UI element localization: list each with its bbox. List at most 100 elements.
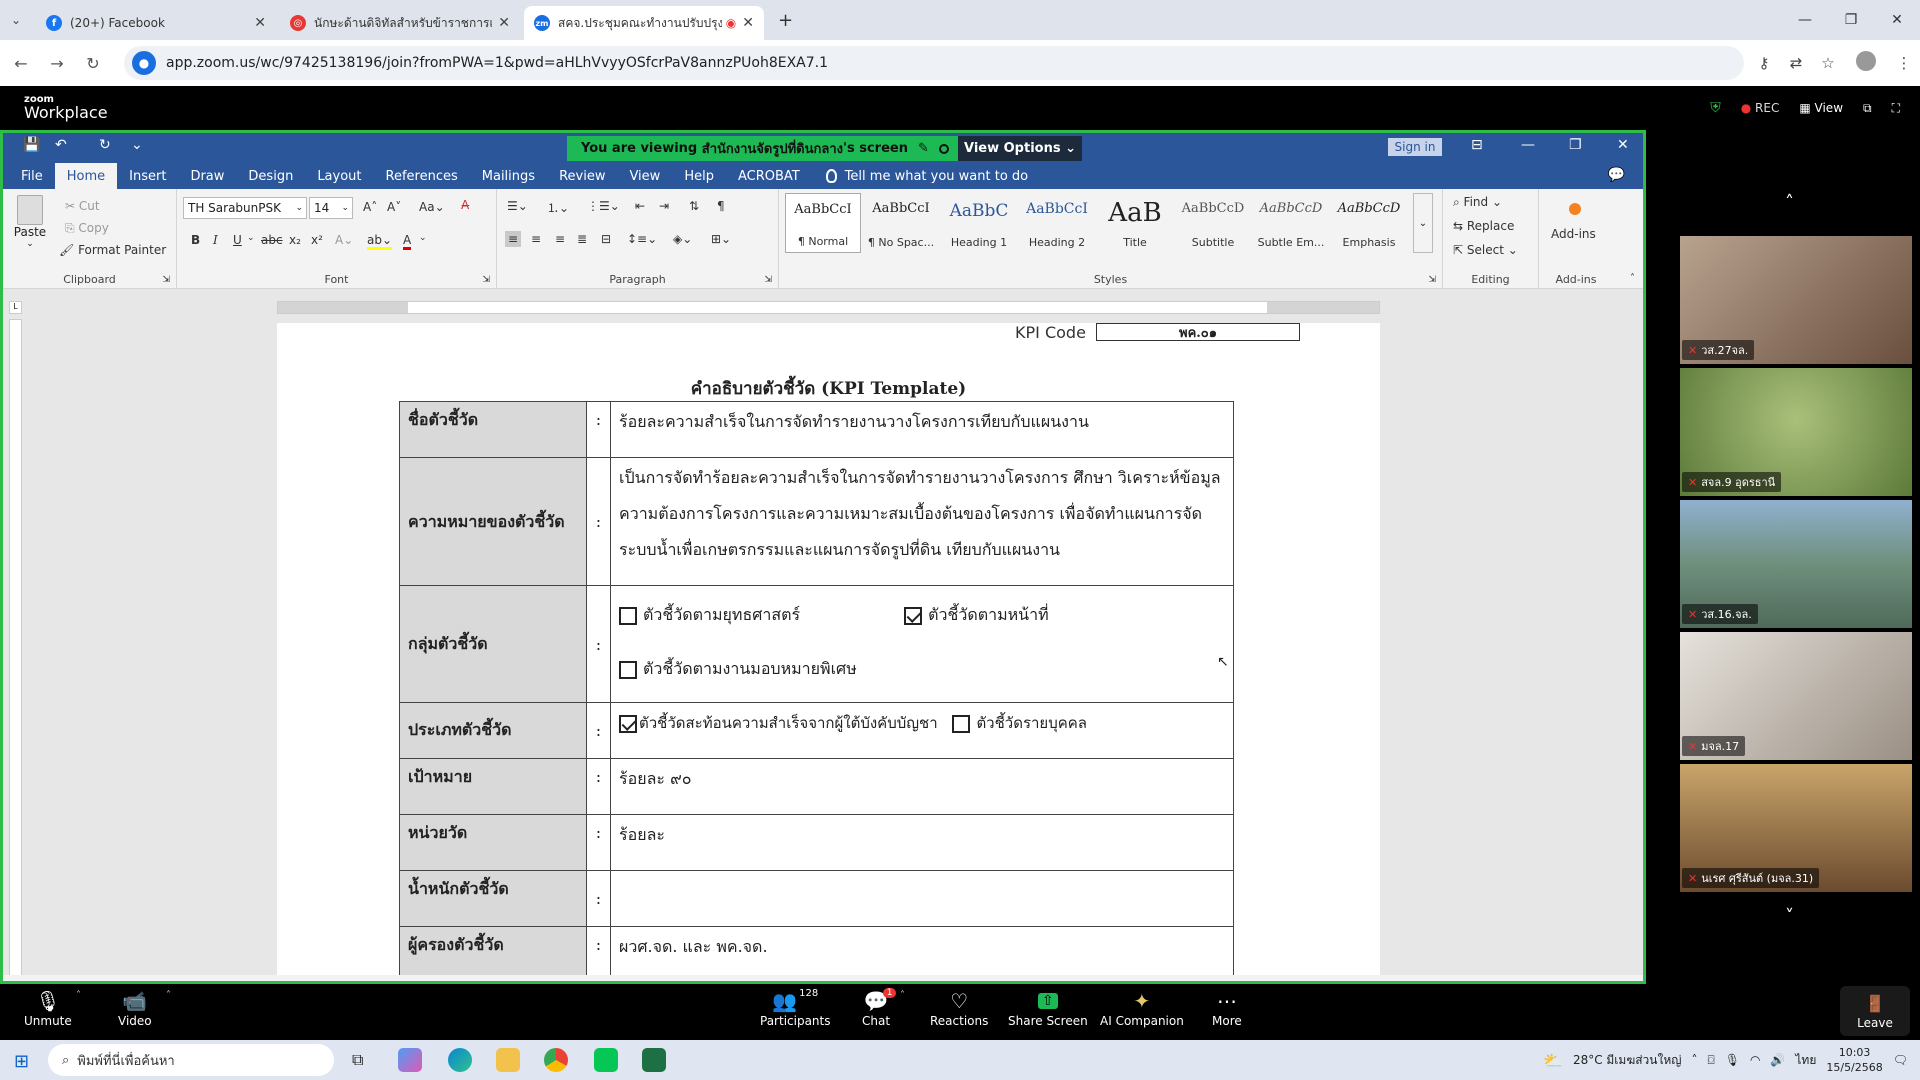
dialog-launcher-icon[interactable]: ⇲ [1428, 275, 1436, 285]
participant-video[interactable]: ✕ วส.16.จล. [1680, 500, 1912, 628]
show-marks-icon[interactable]: ¶ [717, 199, 725, 213]
taskbar-search[interactable]: ⌕ พิมพ์ที่นี่เพื่อค้นหา [48, 1044, 334, 1076]
copy-button[interactable]: ⎘ Copy [65, 221, 109, 236]
increase-indent-icon[interactable]: ⇥ [659, 199, 669, 213]
video-button[interactable]: 📹 Video [118, 988, 152, 1028]
tab-facebook[interactable]: f (20+) Facebook ✕ [36, 6, 276, 40]
tab-search-icon[interactable]: ⌄ [0, 13, 32, 27]
dialog-launcher-icon[interactable]: ⇲ [764, 275, 772, 285]
styles-more-icon[interactable]: ⌄ [1413, 193, 1433, 253]
tab-draw[interactable]: Draw [178, 163, 236, 189]
style-normal[interactable]: AaBbCcI ¶ Normal [785, 193, 861, 253]
bold-button[interactable]: B [191, 233, 200, 247]
tab-design[interactable]: Design [236, 163, 305, 189]
task-view-icon[interactable]: ⧉ [352, 1050, 363, 1070]
font-name-select[interactable]: TH SarabunPSK ⌄ [183, 197, 307, 219]
tab-zoom-meeting[interactable]: zm สคจ.ประชุมคณะทำงานปรับปรุงตั ◉ ✕ [524, 6, 764, 40]
bookmark-star-icon[interactable]: ☆ [1812, 54, 1844, 72]
chat-button[interactable]: 💬 1 Chat [862, 988, 897, 1028]
tab-references[interactable]: References [374, 163, 470, 189]
unmute-button[interactable]: 🎙 Unmute [24, 988, 72, 1028]
menu-kebab-icon[interactable]: ⋮ [1888, 54, 1920, 72]
style-heading-2[interactable]: AaBbCcI Heading 2 [1019, 193, 1095, 253]
undo-icon[interactable]: ↶ [55, 137, 67, 153]
copilot-icon[interactable] [398, 1048, 422, 1072]
close-tab-icon[interactable]: ✕ [254, 15, 266, 31]
annotate-icon[interactable]: ✎ [918, 141, 929, 156]
borders-icon[interactable]: ⊞⌄ [711, 232, 731, 246]
dialog-launcher-icon[interactable]: ⇲ [482, 275, 490, 285]
reload-icon[interactable]: ↻ [78, 54, 108, 73]
mic-icon[interactable]: 🎙 [1725, 1053, 1740, 1067]
windows-start-icon[interactable]: ⊞ [14, 1051, 29, 1072]
addins-button[interactable]: Add-ins [1551, 227, 1596, 241]
close-tab-icon[interactable]: ✕ [498, 15, 510, 31]
tab-training[interactable]: ◎ นักษะด้านดิจิทัลสำหรับข้าราชการและ ✕ [280, 6, 520, 40]
superscript-button[interactable]: x² [311, 233, 323, 247]
tab-review[interactable]: Review [547, 163, 617, 189]
distributed-button[interactable]: ⊟ [601, 232, 611, 246]
site-info-icon[interactable]: ● [132, 51, 156, 75]
tab-acrobat[interactable]: ACROBAT [726, 163, 812, 189]
password-key-icon[interactable]: ⚷ [1748, 54, 1780, 72]
decrease-indent-icon[interactable]: ⇤ [635, 199, 645, 213]
strikethrough-button[interactable]: abc [261, 233, 283, 247]
weather-text[interactable]: 28°C มีเมฆส่วนใหญ่ [1573, 1051, 1682, 1070]
line-spacing-icon[interactable]: ↕≡⌄ [627, 232, 657, 246]
share-screen-button[interactable]: ⇧ Share Screen [1008, 988, 1088, 1028]
back-icon[interactable]: ← [6, 54, 36, 73]
clear-formatting-icon[interactable]: A̶ [461, 198, 469, 212]
checkbox-duty[interactable]: ตัวชี้วัดตามหน้าที่ [904, 605, 1049, 625]
underline-dropdown-icon[interactable]: ⌄ [247, 233, 255, 243]
restore-icon[interactable]: ❐ [1828, 0, 1874, 40]
view-button[interactable]: ▦ View [1799, 101, 1843, 115]
tab-view[interactable]: View [617, 163, 672, 189]
url-input[interactable]: ● app.zoom.us/wc/97425138196/join?fromPW… [124, 46, 1744, 80]
close-window-icon[interactable]: ✕ [1874, 0, 1920, 40]
sort-icon[interactable]: ⇅ [689, 199, 699, 213]
ribbon-display-icon[interactable]: ⊟ [1471, 137, 1483, 153]
wifi-icon[interactable]: ◠ [1750, 1053, 1760, 1067]
justify-button[interactable]: ≣ [577, 232, 587, 246]
line-icon[interactable] [594, 1048, 618, 1072]
style-subtle-emphasis[interactable]: AaBbCcD Subtle Em... [1253, 193, 1329, 253]
text-effects-icon[interactable]: A⌄ [335, 233, 353, 247]
horizontal-ruler[interactable] [277, 301, 1380, 314]
customize-qat-icon[interactable]: ⌄ [131, 137, 143, 153]
tab-help[interactable]: Help [672, 163, 726, 189]
document-page[interactable]: KPI Code พค.๐๑ คำอธิบายตัวชี้วัด (KPI Te… [277, 323, 1380, 981]
participant-video[interactable]: ✕ วส.27จล. [1680, 236, 1912, 364]
font-size-select[interactable]: 14 ⌄ [309, 197, 353, 219]
fullscreen-icon[interactable]: ⛶ [1892, 101, 1900, 116]
collapse-ribbon-icon[interactable]: ˄ [1630, 273, 1635, 284]
find-button[interactable]: ⌕ Find ⌄ [1453, 195, 1502, 210]
cut-button[interactable]: ✂ Cut [65, 199, 100, 213]
restore-icon[interactable]: ❐ [1569, 137, 1582, 153]
stop-icon[interactable] [938, 143, 949, 154]
participants-button[interactable]: 👥 128 Participants [760, 988, 831, 1028]
minimize-icon[interactable]: — [1521, 137, 1535, 153]
multilevel-list-icon[interactable]: ⋮☰⌄ [587, 199, 620, 213]
edge-icon[interactable] [448, 1048, 472, 1072]
tab-file[interactable]: File [9, 163, 55, 189]
weather-icon[interactable]: ⛅ [1543, 1051, 1563, 1070]
save-icon[interactable]: 💾 [23, 137, 40, 153]
subscript-button[interactable]: x₂ [289, 233, 301, 247]
checkbox-subordinate[interactable]: ตัวชี้วัดสะท้อนความสำเร็จจากผู้ใต้บังคับ… [619, 714, 938, 733]
numbering-icon[interactable]: ⒈⌄ [547, 199, 569, 216]
participant-video[interactable]: ✕ นเรศ ศุรีสันต์ (มจล.31) [1680, 764, 1912, 892]
align-right-button[interactable]: ≡ [555, 232, 565, 246]
style-no-spacing[interactable]: AaBbCcI ¶ No Spac... [863, 193, 939, 253]
addins-icon[interactable] [1569, 203, 1581, 215]
font-color-dropdown-icon[interactable]: ⌄ [419, 233, 427, 243]
style-emphasis[interactable]: AaBbCcD Emphasis [1331, 193, 1407, 253]
shading-icon[interactable]: ◈⌄ [673, 232, 692, 246]
sign-in-button[interactable]: Sign in [1388, 138, 1442, 156]
ai-companion-button[interactable]: ✦ AI Companion [1100, 988, 1184, 1028]
change-case-icon[interactable]: Aa⌄ [419, 200, 445, 214]
align-center-button[interactable]: ≡ [531, 232, 541, 246]
participant-video[interactable]: ✕ มจล.17 [1680, 632, 1912, 760]
redo-icon[interactable]: ↻ [99, 137, 111, 153]
video-options-icon[interactable]: ˄ [166, 990, 171, 1001]
more-button[interactable]: ⋯ More [1212, 988, 1242, 1028]
